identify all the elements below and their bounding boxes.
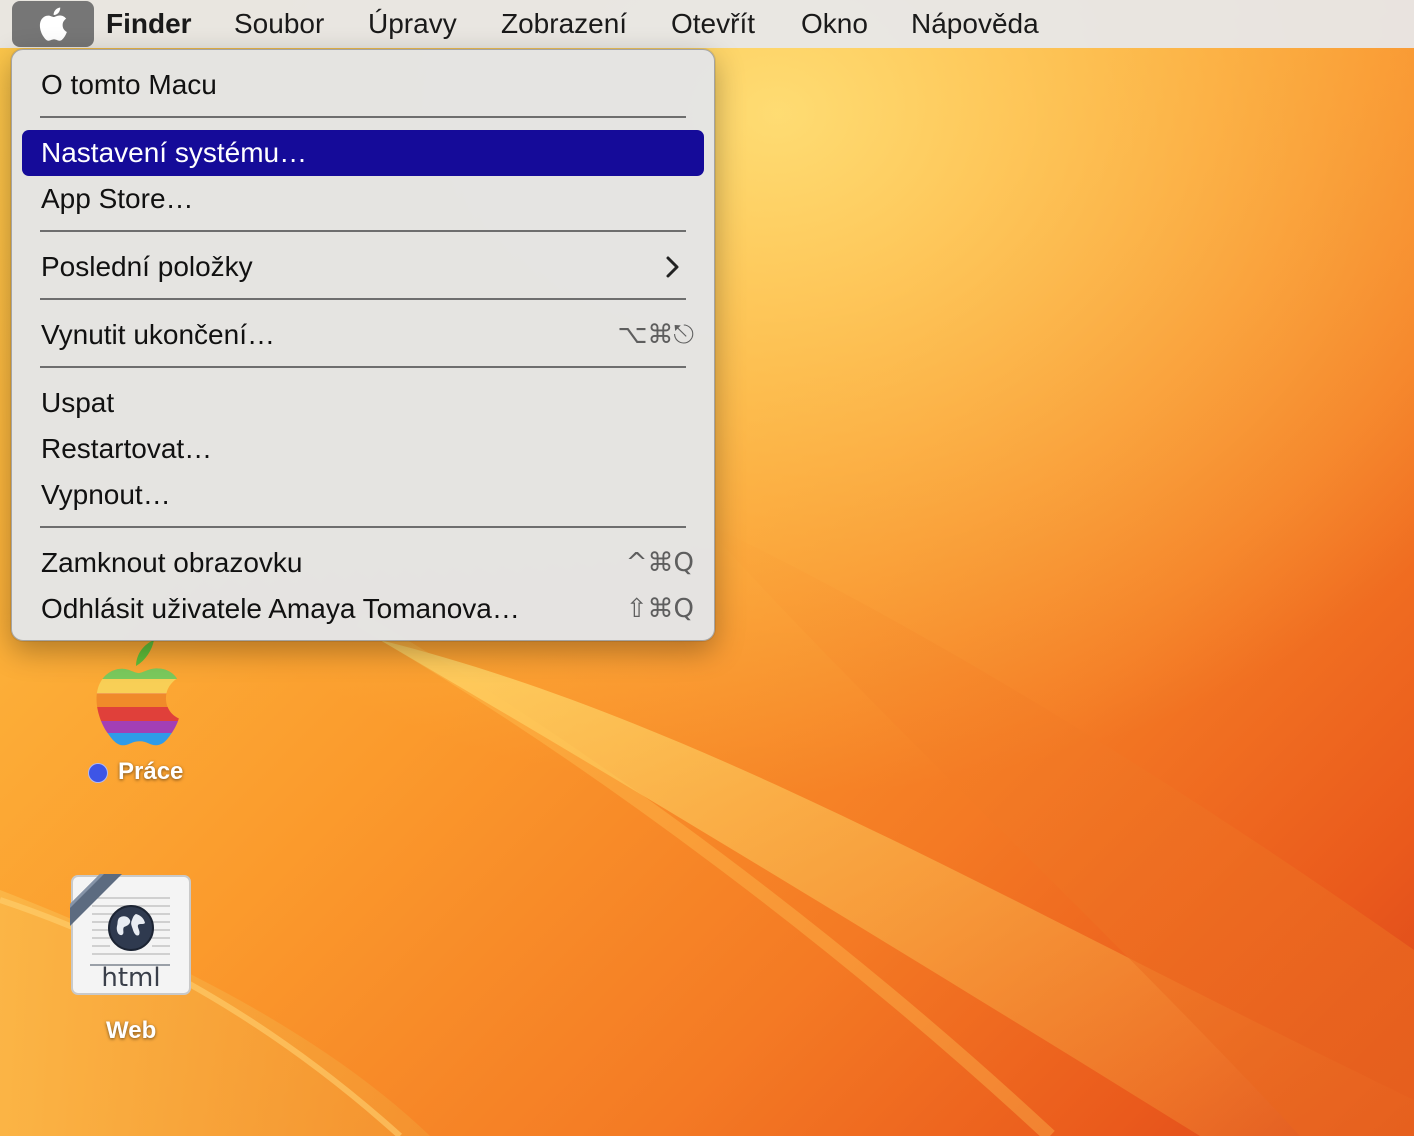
desktop-icon-label: Práce [118, 758, 184, 785]
menu-item-force-quit[interactable]: Vynutit ukončení… ⌥⌘⎋ [22, 312, 704, 358]
menu-item-recent-items[interactable]: Poslední položky [22, 244, 704, 290]
menu-item-restart[interactable]: Restartovat… [22, 426, 704, 472]
menu-item-label: O tomto Macu [41, 69, 217, 100]
desktop-icon-web[interactable]: html [70, 874, 192, 996]
menubar-help[interactable]: Nápověda [911, 0, 1039, 48]
lock-screen-shortcut: ^⌘Q [625, 548, 694, 578]
apple-logo-icon [39, 7, 67, 41]
menu-separator [40, 230, 686, 232]
menu-item-system-settings[interactable]: Nastavení systému… [22, 130, 704, 176]
menu-item-log-out[interactable]: Odhlásit uživatele Amaya Tomanova… ⇧⌘Q [22, 586, 704, 632]
menu-item-label: Nastavení systému… [41, 137, 308, 168]
menu-separator [40, 526, 686, 528]
menu-separator [40, 116, 686, 118]
menu-separator [40, 366, 686, 368]
apple-menu-button[interactable] [12, 1, 94, 47]
menubar-app-finder[interactable]: Finder [106, 0, 192, 48]
log-out-shortcut: ⇧⌘Q [625, 594, 694, 624]
html-document-icon: html [70, 874, 191, 995]
menu-item-label: Uspat [41, 387, 115, 418]
menubar-go[interactable]: Otevřít [671, 0, 755, 48]
menu-item-lock-screen[interactable]: Zamknout obrazovku ^⌘Q [22, 540, 704, 586]
menu-item-label: Restartovat… [41, 433, 213, 464]
force-quit-shortcut: ⌥⌘⎋ [617, 320, 694, 350]
menu-item-label: Vypnout… [41, 479, 171, 510]
html-doc-text: html [101, 963, 160, 993]
menu-separator [40, 298, 686, 300]
menu-item-label: Odhlásit uživatele Amaya Tomanova… [41, 593, 520, 624]
menubar-view[interactable]: Zobrazení [501, 0, 627, 48]
menu-item-label: Poslední položky [41, 251, 253, 282]
blue-tag-dot [88, 763, 108, 783]
menubar-edit[interactable]: Úpravy [368, 0, 457, 48]
menubar-window[interactable]: Okno [801, 0, 868, 48]
menu-item-app-store[interactable]: App Store… [22, 176, 704, 222]
menu-item-about-this-mac[interactable]: O tomto Macu [22, 62, 704, 108]
desktop-icon-label: Web [106, 1017, 157, 1044]
desktop-icon-prace[interactable] [78, 636, 194, 746]
rainbow-apple-folder-icon [96, 640, 179, 746]
chevron-right-icon [666, 256, 679, 278]
menu-item-shut-down[interactable]: Vypnout… [22, 472, 704, 518]
menu-item-label: Zamknout obrazovku [41, 547, 303, 578]
menu-bar: Finder Soubor Úpravy Zobrazení Otevřít O… [0, 0, 1414, 48]
menu-item-label: App Store… [41, 183, 194, 214]
menubar-file[interactable]: Soubor [234, 0, 324, 48]
menu-item-sleep[interactable]: Uspat [22, 380, 704, 426]
menu-item-label: Vynutit ukončení… [41, 319, 275, 350]
apple-menu-dropdown: O tomto Macu Nastavení systému… App Stor… [11, 49, 715, 641]
